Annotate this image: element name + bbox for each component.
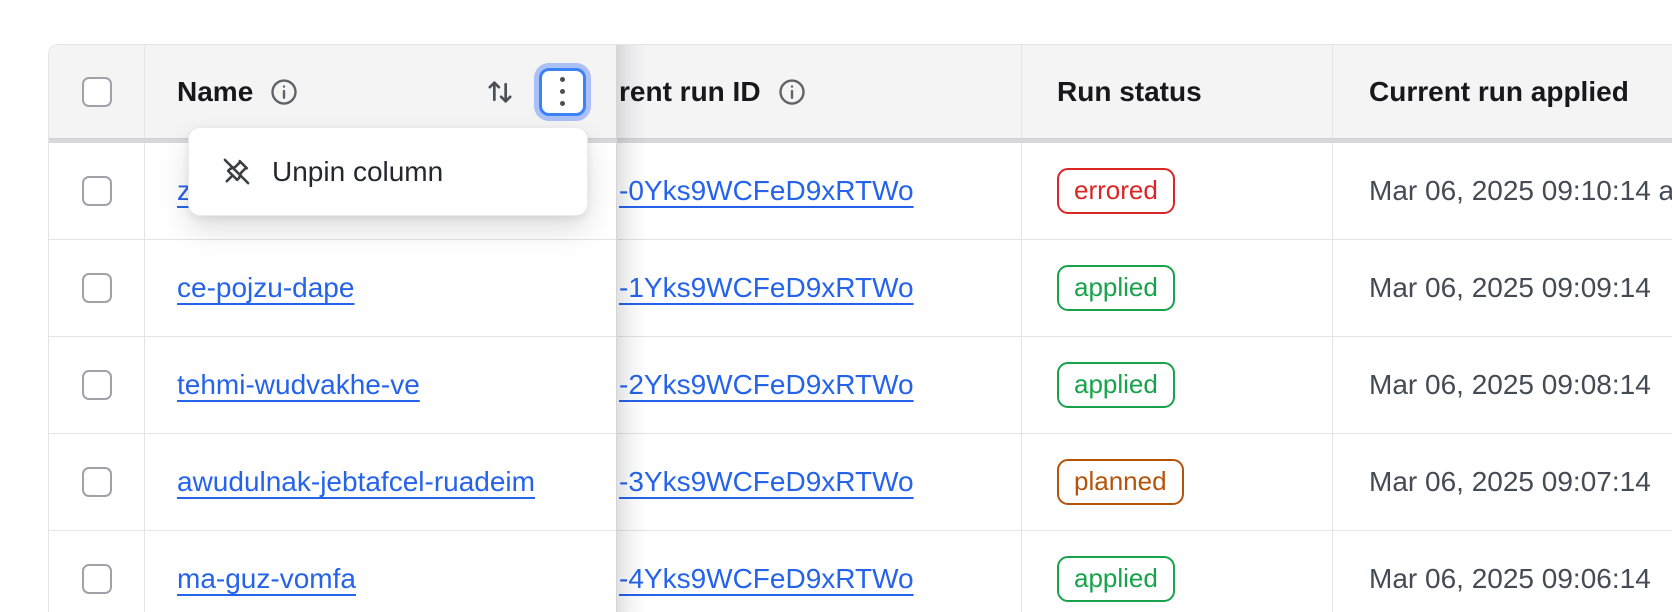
table-row: ce-pojzu-dape -1Yks9WCFeD9xRTWo applied … <box>49 240 1672 337</box>
row-run-status-cell: applied <box>1022 531 1333 612</box>
table-row: tehmi-wudvakhe-ve -2Yks9WCFeD9xRTWo appl… <box>49 337 1672 434</box>
row-checkbox[interactable] <box>82 176 112 206</box>
row-name-link[interactable]: ma-guz-vomfa <box>177 563 356 595</box>
header-run-id-cell: rent run ID <box>617 45 1022 138</box>
row-select-cell <box>49 240 145 336</box>
row-name-cell: tehmi-wudvakhe-ve <box>145 337 617 433</box>
row-current-run-applied-cell: Mar 06, 2025 09:10:14 a <box>1333 143 1672 239</box>
row-name-cell: ma-guz-vomfa <box>145 531 617 612</box>
row-run-id-link[interactable]: -3Yks9WCFeD9xRTWo <box>619 466 914 498</box>
row-select-cell <box>49 531 145 612</box>
row-run-id-cell: -1Yks9WCFeD9xRTWo <box>617 240 1022 336</box>
row-run-id-cell: -3Yks9WCFeD9xRTWo <box>617 434 1022 530</box>
row-applied-date: Mar 06, 2025 09:09:14 <box>1369 272 1651 304</box>
row-run-status-cell: planned <box>1022 434 1333 530</box>
unpin-column-label: Unpin column <box>272 156 443 188</box>
row-run-id-link[interactable]: -0Yks9WCFeD9xRTWo <box>619 175 914 207</box>
header-run-status-cell: Run status <box>1022 45 1333 138</box>
row-name-link[interactable]: tehmi-wudvakhe-ve <box>177 369 420 401</box>
row-run-status-cell: applied <box>1022 337 1333 433</box>
info-icon[interactable] <box>777 77 807 107</box>
app-canvas: Name <box>0 0 1672 612</box>
pin-off-icon <box>221 156 252 187</box>
row-name-link[interactable]: awudulnak-jebtafcel-ruadeim <box>177 466 535 498</box>
row-run-status-cell: errored <box>1022 143 1333 239</box>
row-applied-date: Mar 06, 2025 09:10:14 a <box>1369 175 1672 207</box>
run-id-column-label: rent run ID <box>619 76 761 108</box>
row-name-link[interactable]: ce-pojzu-dape <box>177 272 354 304</box>
row-select-cell <box>49 143 145 239</box>
column-menu-button[interactable] <box>539 68 586 116</box>
run-status-column-label: Run status <box>1057 76 1202 108</box>
header-name-cell: Name <box>145 45 617 138</box>
name-column-label: Name <box>177 76 253 108</box>
row-run-id-cell: -2Yks9WCFeD9xRTWo <box>617 337 1022 433</box>
status-badge: applied <box>1057 362 1175 407</box>
status-badge: errored <box>1057 168 1175 213</box>
row-current-run-applied-cell: Mar 06, 2025 09:08:14 <box>1333 337 1672 433</box>
row-current-run-applied-cell: Mar 06, 2025 09:09:14 <box>1333 240 1672 336</box>
row-checkbox[interactable] <box>82 564 112 594</box>
sort-icon[interactable] <box>483 74 517 110</box>
row-select-cell <box>49 337 145 433</box>
row-applied-date: Mar 06, 2025 09:06:14 <box>1369 563 1651 595</box>
table-row: awudulnak-jebtafcel-ruadeim -3Yks9WCFeD9… <box>49 434 1672 531</box>
row-current-run-applied-cell: Mar 06, 2025 09:07:14 <box>1333 434 1672 530</box>
row-checkbox[interactable] <box>82 467 112 497</box>
column-menu-dropdown: Unpin column <box>188 127 588 216</box>
row-run-id-link[interactable]: -1Yks9WCFeD9xRTWo <box>619 272 914 304</box>
status-badge: planned <box>1057 459 1184 504</box>
row-run-id-cell: -4Yks9WCFeD9xRTWo <box>617 531 1022 612</box>
status-badge: applied <box>1057 265 1175 310</box>
row-applied-date: Mar 06, 2025 09:07:14 <box>1369 466 1651 498</box>
table-header-row: Name <box>49 45 1672 138</box>
row-checkbox[interactable] <box>82 370 112 400</box>
row-run-id-cell: -0Yks9WCFeD9xRTWo <box>617 143 1022 239</box>
row-run-id-link[interactable]: -4Yks9WCFeD9xRTWo <box>619 563 914 595</box>
header-current-run-applied-cell: Current run applied <box>1333 45 1672 138</box>
current-run-applied-column-label: Current run applied <box>1369 76 1629 108</box>
select-all-checkbox[interactable] <box>82 77 112 107</box>
header-select-cell <box>49 45 145 138</box>
row-run-status-cell: applied <box>1022 240 1333 336</box>
info-icon[interactable] <box>269 77 299 107</box>
unpin-column-menu-item[interactable]: Unpin column <box>201 137 575 206</box>
row-run-id-link[interactable]: -2Yks9WCFeD9xRTWo <box>619 369 914 401</box>
row-select-cell <box>49 434 145 530</box>
row-checkbox[interactable] <box>82 273 112 303</box>
status-badge: applied <box>1057 556 1175 601</box>
kebab-dot <box>560 89 565 94</box>
row-applied-date: Mar 06, 2025 09:08:14 <box>1369 369 1651 401</box>
kebab-dot <box>560 77 565 82</box>
kebab-dot <box>560 101 565 106</box>
row-current-run-applied-cell: Mar 06, 2025 09:06:14 <box>1333 531 1672 612</box>
table-row: ma-guz-vomfa -4Yks9WCFeD9xRTWo applied M… <box>49 531 1672 612</box>
row-name-cell: awudulnak-jebtafcel-ruadeim <box>145 434 617 530</box>
row-name-cell: ce-pojzu-dape <box>145 240 617 336</box>
